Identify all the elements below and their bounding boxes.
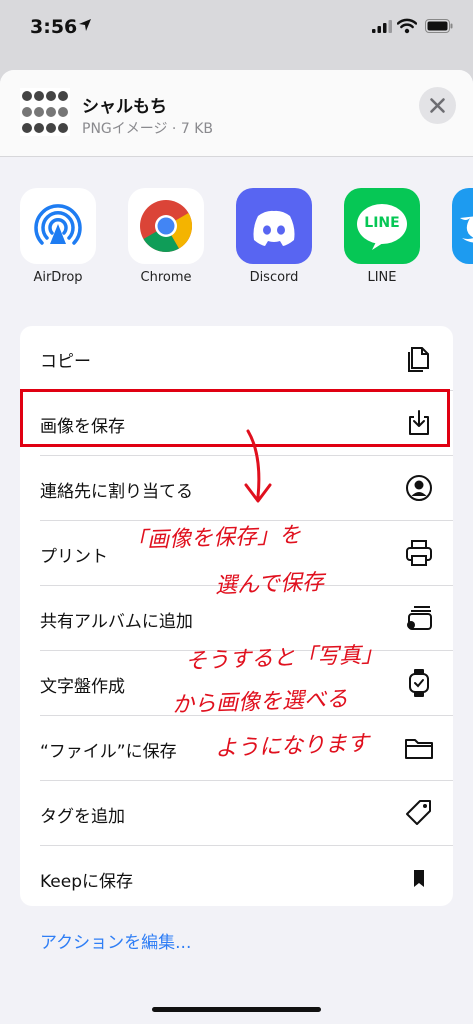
annotation-line-1: 「画像を保存」を	[124, 522, 302, 555]
share-title: シャルもち	[82, 97, 167, 117]
action-label: “ファイル”に保存	[40, 742, 177, 762]
airdrop-icon	[20, 188, 96, 264]
status-time: 3:56	[30, 16, 78, 38]
app-label: LINE	[367, 270, 397, 285]
image-thumbnail	[20, 88, 70, 136]
action-assign-contact[interactable]: 連絡先に割り当てる	[20, 456, 453, 521]
line-icon: LINE	[344, 188, 420, 264]
app-label: AirDrop	[33, 270, 83, 285]
annotation-line-4: から画像を選べる	[171, 686, 349, 719]
app-line[interactable]: LINE LINE	[343, 188, 421, 285]
bookmark-icon	[414, 870, 424, 887]
discord-icon	[236, 188, 312, 264]
action-save-to-keep[interactable]: Keepに保存	[20, 846, 453, 906]
app-label: Discord	[249, 270, 299, 285]
action-label: プリント	[40, 547, 108, 567]
annotation-line-5: ようになります	[214, 731, 370, 762]
action-label: Keepに保存	[40, 872, 134, 892]
highlight-box-save-image	[20, 389, 450, 447]
share-subtitle: PNGイメージ · 7 KB	[82, 121, 213, 137]
shared-album-icon	[407, 606, 432, 630]
tag-icon	[406, 800, 431, 825]
edit-actions-link[interactable]: アクションを編集...	[40, 928, 191, 953]
action-add-tag[interactable]: タグを追加	[20, 781, 453, 846]
printer-icon	[406, 540, 432, 566]
share-header: シャルもち PNGイメージ · 7 KB	[0, 70, 473, 157]
close-icon	[430, 98, 445, 113]
app-label: Chrome	[140, 270, 192, 285]
action-label: 連絡先に割り当てる	[40, 482, 193, 502]
wifi-icon	[397, 18, 417, 34]
action-label: 共有アルバムに追加	[40, 612, 193, 632]
action-label: 文字盤作成	[40, 677, 125, 697]
action-copy[interactable]: コピー	[20, 326, 453, 391]
watch-icon	[409, 669, 429, 697]
line-logo-text: LINE	[364, 215, 400, 231]
app-airdrop[interactable]: AirDrop	[19, 188, 97, 285]
close-button[interactable]	[419, 87, 456, 124]
annotation-line-2: 選んで保存	[214, 570, 325, 599]
app-chrome[interactable]: Chrome	[127, 188, 205, 285]
battery-icon	[425, 19, 453, 33]
annotation-arrow	[244, 429, 272, 503]
chrome-icon	[128, 188, 204, 264]
app-label: T	[451, 270, 473, 285]
location-arrow-icon	[79, 19, 91, 31]
status-bar: 3:56	[0, 0, 473, 60]
contact-icon	[406, 475, 432, 501]
app-row: AirDrop Chrome Discord LINE LINE	[0, 188, 473, 298]
folder-icon	[405, 739, 433, 759]
copy-icon	[408, 347, 429, 372]
action-label: タグを追加	[40, 807, 125, 827]
home-indicator[interactable]	[152, 1007, 321, 1012]
cellular-signal-icon	[372, 20, 392, 33]
app-twitter[interactable]: T	[451, 188, 473, 285]
twitter-icon	[452, 188, 473, 264]
app-discord[interactable]: Discord	[235, 188, 313, 285]
action-label: コピー	[40, 352, 91, 372]
